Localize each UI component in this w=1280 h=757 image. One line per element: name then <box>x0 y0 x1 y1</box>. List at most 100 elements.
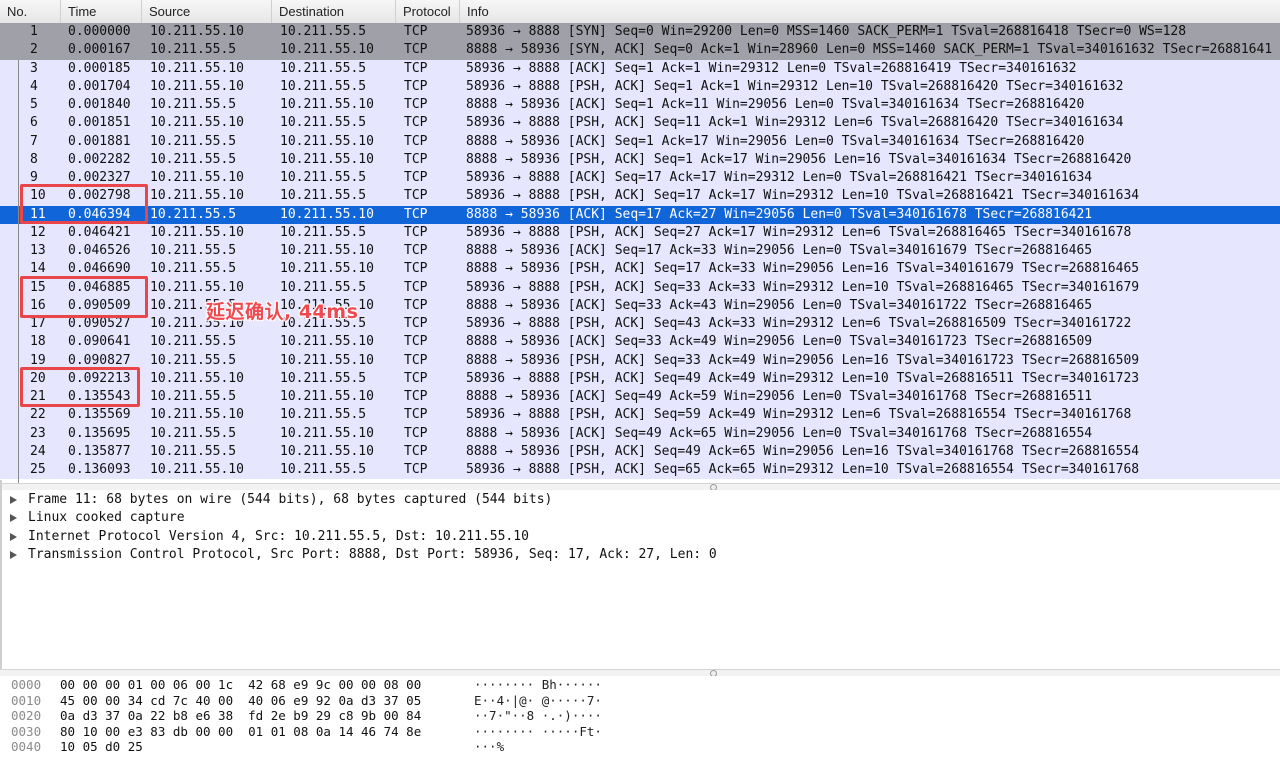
column-header-destination[interactable]: Destination <box>272 0 396 23</box>
cell-destination: 10.211.55.5 <box>280 24 367 39</box>
cell-time: 0.000185 <box>68 60 131 76</box>
hex-dump-row[interactable]: 0030 80 10 00 e3 83 db 00 00 01 01 08 0a … <box>0 724 1280 740</box>
packet-row[interactable]: 8 0.002282 10.211.55.5 10.211.55.10 TCP 8888 … <box>0 150 1280 169</box>
hex-dump-row[interactable]: 0010 45 00 00 34 cd 7c 40 00 40 06 e9 92 … <box>0 693 1280 709</box>
packet-row[interactable]: 12 0.046421 10.211.55.10 10.211.55.5 TCP 5893… <box>0 223 1280 242</box>
cell-protocol: TCP <box>404 133 428 149</box>
cell-protocol: TCP <box>404 425 428 441</box>
cell-source: 10.211.55.10 <box>150 78 244 94</box>
expand-triangle-icon[interactable] <box>10 550 17 559</box>
detail-tree-item[interactable]: Internet Protocol Version 4, Src: 10.211… <box>0 528 1280 546</box>
packet-row[interactable]: 7 0.001881 10.211.55.5 10.211.55.10 TCP 8888 … <box>0 132 1280 151</box>
column-header-no[interactable]: No. <box>0 0 61 23</box>
packet-bytes-pane[interactable]: 0000 00 00 00 01 00 06 00 1c 42 68 e9 9c … <box>0 676 1280 757</box>
column-header-info[interactable]: Info <box>460 0 1280 23</box>
expand-triangle-icon[interactable] <box>10 496 17 504</box>
cell-source: 10.211.55.10 <box>150 60 244 76</box>
packet-row[interactable]: 23 0.135695 10.211.55.5 10.211.55.10 TCP 8888… <box>0 424 1280 443</box>
packet-row[interactable]: 20 0.092213 10.211.55.10 10.211.55.5 TCP 5893… <box>0 369 1280 388</box>
cell-source: 10.211.55.5 <box>150 425 237 441</box>
hex-offset: 0000 <box>11 677 42 692</box>
cell-time: 0.001840 <box>68 97 131 112</box>
cell-source: 10.211.55.5 <box>150 389 237 404</box>
cell-info: 8888 → 58936 [ACK] Seq=17 Ack=27 Win=290… <box>466 206 1093 222</box>
packet-row[interactable]: 11 0.046394 10.211.55.5 10.211.55.10 TCP 8888… <box>0 205 1280 224</box>
cell-protocol: TCP <box>404 42 428 58</box>
packet-row[interactable]: 24 0.135877 10.211.55.5 10.211.55.10 TCP 8888… <box>0 442 1280 461</box>
cell-source: 10.211.55.5 <box>150 206 237 222</box>
cell-destination: 10.211.55.10 <box>280 334 374 350</box>
packet-list-pane[interactable]: No. Time Source Destination Protocol Inf… <box>0 0 1280 484</box>
cell-destination: 10.211.55.5 <box>280 224 367 240</box>
hex-offset: 0010 <box>11 692 42 708</box>
expand-triangle-icon[interactable] <box>10 532 17 541</box>
cell-protocol: TCP <box>404 462 428 477</box>
cell-no: 24 <box>30 443 46 459</box>
cell-info: 58936 → 8888 [ACK] Seq=1 Ack=1 Win=29312… <box>466 60 1077 76</box>
packet-row[interactable]: 2 0.000167 10.211.55.5 10.211.55.10 TCP 8888 … <box>0 41 1280 60</box>
packet-row[interactable]: 19 0.090827 10.211.55.5 10.211.55.10 TCP 8888… <box>0 351 1280 370</box>
cell-destination: 10.211.55.5 <box>280 462 367 477</box>
detail-tree-label: Internet Protocol Version 4, Src: 10.211… <box>28 528 529 544</box>
cell-no: 1 <box>30 24 38 39</box>
hex-bytes: 45 00 00 34 cd 7c 40 00 40 06 e9 92 0a d… <box>60 692 422 708</box>
cell-protocol: TCP <box>404 170 428 185</box>
packet-row[interactable]: 5 0.001840 10.211.55.5 10.211.55.10 TCP 8888 … <box>0 96 1280 115</box>
cell-destination: 10.211.55.10 <box>280 151 374 167</box>
detail-tree-label: Linux cooked capture <box>28 510 185 526</box>
cell-destination: 10.211.55.5 <box>280 78 367 94</box>
hex-dump-row[interactable]: 0020 0a d3 37 0a 22 b8 e6 38 fd 2e b9 29 … <box>0 708 1280 724</box>
packet-row[interactable]: 9 0.002327 10.211.55.10 10.211.55.5 TCP 58936… <box>0 169 1280 188</box>
column-header-source[interactable]: Source <box>142 0 272 23</box>
packet-row[interactable]: 3 0.000185 10.211.55.10 10.211.55.5 TCP 58936… <box>0 59 1280 78</box>
cell-info: 58936 → 8888 [PSH, ACK] Seq=27 Ack=17 Wi… <box>466 224 1132 240</box>
cell-time: 0.136093 <box>68 462 131 477</box>
packet-row[interactable]: 25 0.136093 10.211.55.10 10.211.55.5 TCP 5893… <box>0 461 1280 480</box>
cell-protocol: TCP <box>404 78 428 94</box>
cell-protocol: TCP <box>404 297 428 313</box>
packet-row[interactable]: 22 0.135569 10.211.55.10 10.211.55.5 TCP 5893… <box>0 406 1280 425</box>
cell-destination: 10.211.55.5 <box>280 370 367 386</box>
cell-info: 8888 → 58936 [ACK] Seq=17 Ack=33 Win=290… <box>466 243 1093 258</box>
expand-triangle-icon[interactable] <box>10 514 17 523</box>
packet-row[interactable]: 4 0.001704 10.211.55.10 10.211.55.5 TCP 58936… <box>0 77 1280 96</box>
cell-info: 58936 → 8888 [PSH, ACK] Seq=33 Ack=33 Wi… <box>466 279 1140 295</box>
highlight-box-15-16 <box>20 276 148 318</box>
column-header-time[interactable]: Time <box>61 0 142 23</box>
packet-row[interactable]: 6 0.001851 10.211.55.10 10.211.55.5 TCP 58936… <box>0 114 1280 133</box>
packet-details-pane[interactable]: Frame 11: 68 bytes on wire (544 bits), 6… <box>0 490 1280 670</box>
packet-row[interactable]: 10 0.002798 10.211.55.10 10.211.55.5 TCP 5893… <box>0 187 1280 206</box>
cell-time: 0.002282 <box>68 151 131 167</box>
detail-tree-item[interactable]: Frame 11: 68 bytes on wire (544 bits), 6… <box>0 491 1280 509</box>
packet-row[interactable]: 1 0.000000 10.211.55.10 10.211.55.5 TCP 58936… <box>0 23 1280 42</box>
details-left-border <box>0 480 2 670</box>
cell-info: 8888 → 58936 [SYN, ACK] Seq=0 Ack=1 Win=… <box>466 42 1273 58</box>
cell-destination: 10.211.55.10 <box>280 243 374 258</box>
cell-no: 2 <box>30 42 38 58</box>
cell-protocol: TCP <box>404 261 428 277</box>
cell-destination: 10.211.55.10 <box>280 261 374 277</box>
packet-row[interactable]: 14 0.046690 10.211.55.5 10.211.55.10 TCP 8888… <box>0 260 1280 279</box>
packet-row[interactable]: 15 0.046885 10.211.55.10 10.211.55.5 TCP 5893… <box>0 278 1280 297</box>
detail-tree-item[interactable]: Transmission Control Protocol, Src Port:… <box>0 546 1280 564</box>
cell-protocol: TCP <box>404 206 428 222</box>
cell-info: 58936 → 8888 [PSH, ACK] Seq=49 Ack=49 Wi… <box>466 370 1140 386</box>
column-header-protocol[interactable]: Protocol <box>396 0 460 23</box>
packet-row[interactable]: 18 0.090641 10.211.55.5 10.211.55.10 TCP 8888… <box>0 333 1280 352</box>
packet-row[interactable]: 17 0.090527 10.211.55.10 10.211.55.5 TCP 5893… <box>0 315 1280 334</box>
packet-row[interactable]: 13 0.046526 10.211.55.5 10.211.55.10 TCP 8888… <box>0 242 1280 261</box>
packet-row[interactable]: 21 0.135543 10.211.55.5 10.211.55.10 TCP 8888… <box>0 388 1280 407</box>
highlight-box-20-21 <box>20 367 140 407</box>
hex-dump-row[interactable]: 0000 00 00 00 01 00 06 00 1c 42 68 e9 9c … <box>0 677 1280 693</box>
cell-source: 10.211.55.10 <box>150 24 244 39</box>
cell-no: 22 <box>30 407 46 423</box>
cell-protocol: TCP <box>404 60 428 76</box>
cell-time: 0.135695 <box>68 425 131 441</box>
packet-row[interactable]: 16 0.090509 10.211.55.5 10.211.55.10 TCP 8888… <box>0 296 1280 315</box>
hex-dump-row[interactable]: 0040 10 05 d0 25 ···% <box>0 739 1280 755</box>
cell-destination: 10.211.55.5 <box>280 407 367 423</box>
cell-info: 58936 → 8888 [PSH, ACK] Seq=17 Ack=17 Wi… <box>466 188 1140 204</box>
cell-protocol: TCP <box>404 151 428 167</box>
cell-source: 10.211.55.5 <box>150 133 237 149</box>
detail-tree-item[interactable]: Linux cooked capture <box>0 509 1280 527</box>
